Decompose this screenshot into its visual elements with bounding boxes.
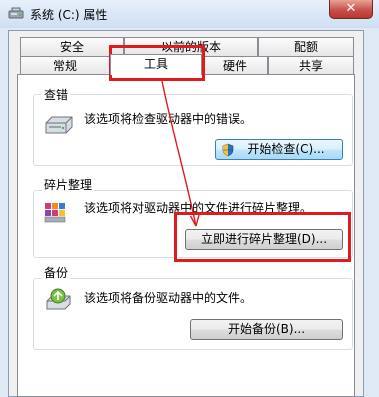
tab-label: 硬件 xyxy=(222,59,247,73)
highlight-defragment-button xyxy=(174,212,351,262)
shield-icon xyxy=(222,143,234,157)
backup-description: 该选项将备份驱动器中的文件。 xyxy=(84,291,253,305)
backup-icon xyxy=(46,288,71,310)
tab-label: 工具 xyxy=(143,57,168,71)
group-label-defrag: 碎片整理 xyxy=(42,176,95,193)
close-button[interactable]: ✕ xyxy=(329,0,373,19)
tab-tools[interactable]: 工具 xyxy=(110,54,202,75)
drive-properties-icon xyxy=(8,7,24,19)
error-check-description: 该选项将检查驱动器中的错误。 xyxy=(84,112,253,126)
window-title: 系统 (C:) 属性 xyxy=(30,8,108,22)
tab-label: 常规 xyxy=(52,59,77,73)
tab-sharing[interactable]: 共享 xyxy=(268,56,354,75)
properties-window: 系统 (C:) 属性 ✕ 安全 以前的版本 配额 常规 工具 硬件 共享 查错 … xyxy=(0,0,379,397)
close-icon: ✕ xyxy=(345,1,357,16)
tab-general[interactable]: 常规 xyxy=(20,56,110,75)
defrag-icon xyxy=(44,203,66,223)
tab-label: 配额 xyxy=(293,40,318,54)
start-backup-button[interactable]: 开始备份(B)... xyxy=(190,319,343,340)
tab-label: 安全 xyxy=(59,40,84,54)
start-check-label: 开始检查(C)... xyxy=(247,142,325,156)
group-label-error-check: 查错 xyxy=(42,86,71,103)
group-label-backup: 备份 xyxy=(42,264,71,281)
tab-quota[interactable]: 配额 xyxy=(258,37,354,56)
tab-label: 共享 xyxy=(298,59,323,73)
start-check-button[interactable]: 开始检查(C)... xyxy=(215,139,343,160)
title-bar[interactable]: 系统 (C:) 属性 ✕ xyxy=(0,0,379,28)
tab-hardware[interactable]: 硬件 xyxy=(202,56,268,75)
start-backup-label: 开始备份(B)... xyxy=(227,322,306,336)
hard-drive-icon xyxy=(45,116,73,134)
